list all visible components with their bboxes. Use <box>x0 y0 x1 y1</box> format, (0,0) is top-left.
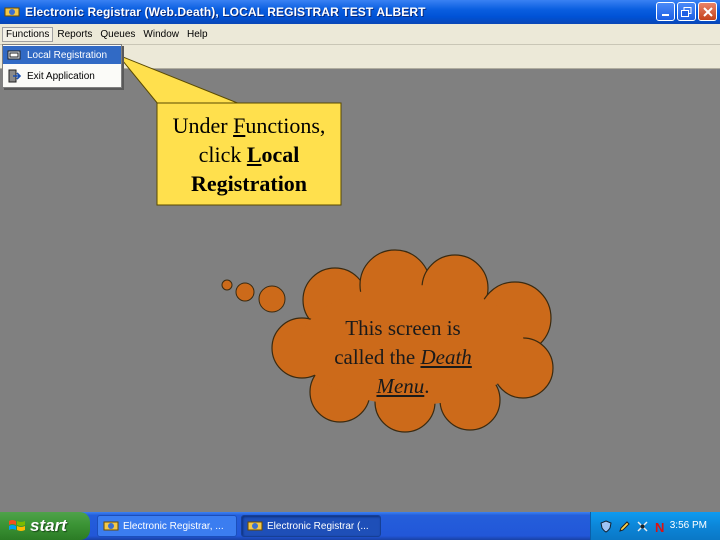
menu-item-label: Exit Application <box>27 70 95 82</box>
cloud-note: This screen is called the Death Menu. <box>310 314 496 400</box>
callout-line-1: Under Functions, <box>172 112 326 138</box>
registrar-app-icon <box>247 519 263 533</box>
system-clock: 3:56 PM <box>669 520 707 531</box>
registrar-app-icon <box>103 519 119 533</box>
functions-dropdown: Local Registration Exit Application <box>2 44 122 88</box>
exit-icon <box>7 69 21 83</box>
cloud-line-2: called the Death <box>334 345 472 369</box>
callout-line-3: Registration <box>190 170 308 196</box>
callout-line-2: click Local <box>198 141 300 167</box>
thought-bubble-medium <box>235 282 255 302</box>
menu-item-exit-application[interactable]: Exit Application <box>3 67 121 85</box>
thought-bubble-small <box>221 279 233 291</box>
cloud-line-3: Menu. <box>376 374 430 398</box>
n-icon[interactable]: N <box>653 519 667 533</box>
menu-item-label: Local Registration <box>27 49 108 61</box>
registration-icon <box>7 48 21 62</box>
pencil-icon[interactable] <box>617 519 631 533</box>
svg-text:N: N <box>655 520 664 533</box>
taskbar: start Electronic Registrar, ... Electron… <box>0 512 720 540</box>
taskbar-item-label: Electronic Registrar, ... <box>123 520 224 532</box>
network-icon[interactable] <box>635 519 649 533</box>
taskbar-item[interactable]: Electronic Registrar, ... <box>97 515 237 537</box>
callout-pointer <box>117 54 241 105</box>
cloud-line-1: This screen is <box>345 316 461 340</box>
callout-instruction: Under Functions, click Local Registratio… <box>158 104 340 204</box>
windows-flag-icon <box>8 517 26 535</box>
start-label: start <box>30 516 67 535</box>
system-tray: N 3:56 PM <box>590 512 720 540</box>
thought-bubble-large <box>258 285 286 313</box>
menu-item-local-registration[interactable]: Local Registration <box>3 46 121 64</box>
start-button[interactable]: start <box>0 512 90 540</box>
shield-icon[interactable] <box>599 519 613 533</box>
taskbar-item-label: Electronic Registrar (... <box>267 520 369 532</box>
taskbar-item-active[interactable]: Electronic Registrar (... <box>241 515 381 537</box>
